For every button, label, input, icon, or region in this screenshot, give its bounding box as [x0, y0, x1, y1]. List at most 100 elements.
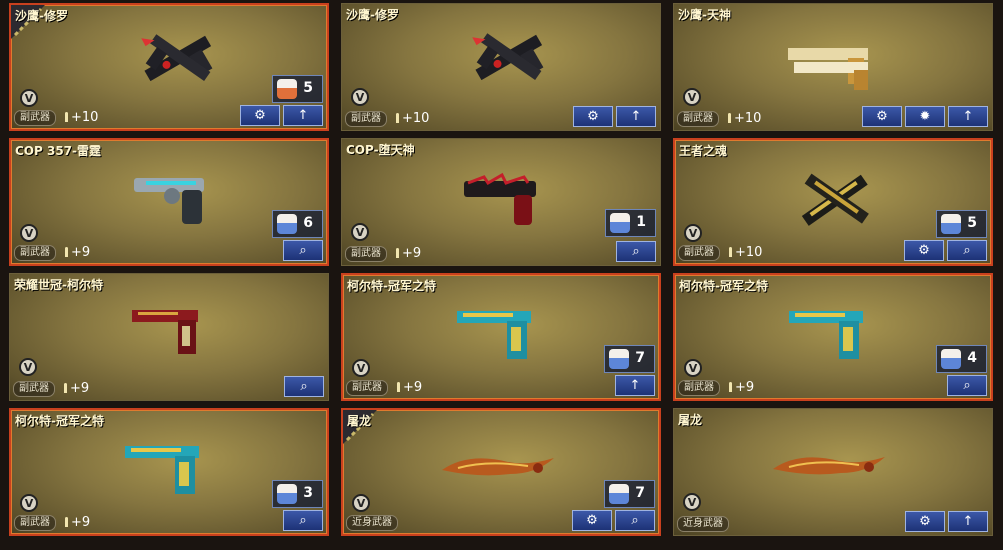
weapon-title: COP-堕天神 — [346, 143, 415, 157]
weapon-image — [126, 25, 236, 99]
inspect-button[interactable]: ⌕ — [615, 510, 655, 531]
weapon-title: 沙鹰-修罗 — [15, 9, 68, 23]
search-icon: ⌕ — [963, 243, 971, 258]
v-badge-icon: V — [684, 359, 702, 377]
bullet-icon — [396, 113, 399, 123]
weapon-card[interactable]: 沙鹰-修罗 V 副武器 +10 5 ⚙ ↑ — [9, 3, 329, 131]
chest-count-value: 3 — [303, 485, 313, 501]
upgrade-button[interactable]: ↑ — [283, 105, 323, 126]
weapon-image — [438, 448, 558, 492]
gear-icon: ✹ — [919, 109, 931, 124]
v-badge-icon: V — [20, 89, 38, 107]
weapon-type-label: 副武器 — [14, 515, 56, 531]
bullet-icon — [65, 517, 68, 527]
settings-button[interactable]: ⚙ — [904, 240, 944, 261]
ammo-bonus: +10 — [728, 111, 761, 127]
bullet-icon — [729, 247, 732, 257]
weapon-title: 屠龙 — [347, 414, 372, 428]
chest-icon — [941, 214, 961, 234]
weapon-grid: 沙鹰-修罗 V 副武器 +10 5 ⚙ ↑ 沙鹰-修罗 V 副武器 +10 ⚙ ↑ 沙鹰-天神 V 副武器 +1… — [0, 0, 1003, 550]
chest-icon — [609, 484, 629, 504]
weapon-card[interactable]: 柯尔特-冠军之特 V 副武器 +9 3 ⌕ — [9, 408, 329, 536]
settings-icon: ⚙ — [587, 109, 599, 124]
inspect-button[interactable]: ⌕ — [616, 241, 656, 262]
weapon-card[interactable]: 柯尔特-冠军之特 V 副武器 +9 7 ↑ — [341, 273, 661, 401]
weapon-card[interactable]: COP-堕天神 V 副武器 +9 1 ⌕ — [341, 138, 661, 266]
inspect-button[interactable]: ⌕ — [283, 240, 323, 261]
ammo-bonus: +9 — [65, 515, 90, 531]
v-badge-icon: V — [351, 88, 369, 106]
chest-count: 7 — [604, 480, 655, 508]
weapon-image — [121, 440, 211, 504]
weapon-type-label: 副武器 — [678, 380, 720, 396]
chest-count: 7 — [604, 345, 655, 373]
weapon-card[interactable]: 屠龙 V 近身武器 7 ⚙ ⌕ — [341, 408, 661, 536]
upgrade-button[interactable]: ↑ — [615, 375, 655, 396]
ammo-bonus: +9 — [397, 380, 422, 396]
chest-count-value: 1 — [636, 214, 646, 230]
inspect-button[interactable]: ⌕ — [283, 510, 323, 531]
search-icon: ⌕ — [963, 378, 971, 393]
gear-button[interactable]: ✹ — [905, 106, 945, 127]
bullet-icon — [728, 113, 731, 123]
upgrade-button[interactable]: ↑ — [948, 106, 988, 127]
settings-icon: ⚙ — [876, 109, 888, 124]
weapon-type-label: 副武器 — [13, 381, 55, 397]
v-badge-icon: V — [20, 494, 38, 512]
settings-button[interactable]: ⚙ — [905, 511, 945, 532]
weapon-image — [769, 447, 889, 491]
search-icon: ⌕ — [299, 243, 307, 258]
upgrade-button[interactable]: ↑ — [616, 106, 656, 127]
v-badge-icon: V — [684, 224, 702, 242]
ammo-bonus-value: +9 — [402, 246, 422, 261]
bullet-icon — [729, 382, 732, 392]
ammo-bonus-value: +9 — [71, 245, 91, 260]
weapon-card[interactable]: 沙鹰-天神 V 副武器 +10 ⚙ ✹ ↑ — [673, 3, 993, 131]
ammo-bonus-value: +9 — [735, 380, 755, 395]
settings-button[interactable]: ⚙ — [573, 106, 613, 127]
bullet-icon — [65, 247, 68, 257]
ammo-bonus: +9 — [65, 245, 90, 261]
settings-button[interactable]: ⚙ — [240, 105, 280, 126]
ammo-bonus: +9 — [64, 381, 89, 397]
ammo-bonus-value: +9 — [70, 381, 90, 396]
weapon-title: COP 357-雷霆 — [15, 144, 102, 158]
chest-count-value: 5 — [303, 80, 313, 96]
weapon-card[interactable]: 沙鹰-修罗 V 副武器 +10 ⚙ ↑ — [341, 3, 661, 131]
chest-count-value: 5 — [967, 215, 977, 231]
v-badge-icon: V — [20, 224, 38, 242]
search-icon: ⌕ — [632, 244, 640, 259]
v-badge-icon: V — [683, 88, 701, 106]
weapon-card[interactable]: 屠龙 V 近身武器 ⚙ ↑ — [673, 408, 993, 536]
chest-icon — [277, 214, 297, 234]
upgrade-icon: ↑ — [629, 378, 641, 393]
upgrade-button[interactable]: ↑ — [948, 511, 988, 532]
weapon-image — [787, 165, 887, 239]
weapon-card[interactable]: 柯尔特-冠军之特 V 副武器 +9 4 ⌕ — [673, 273, 993, 401]
weapon-image — [785, 305, 875, 369]
chest-count: 1 — [605, 209, 656, 237]
weapon-type-label: 副武器 — [14, 245, 56, 261]
ammo-bonus-value: +9 — [71, 515, 91, 530]
chest-count-value: 6 — [303, 215, 313, 231]
weapon-title: 屠龙 — [678, 413, 703, 427]
chest-icon — [277, 484, 297, 504]
settings-button[interactable]: ⚙ — [572, 510, 612, 531]
chest-count: 5 — [936, 210, 987, 238]
ammo-bonus-value: +10 — [71, 110, 99, 125]
weapon-title: 荣耀世冠-柯尔特 — [14, 278, 103, 292]
weapon-image — [128, 302, 208, 366]
weapon-type-label: 近身武器 — [346, 515, 398, 531]
chest-icon — [610, 213, 630, 233]
search-icon: ⌕ — [631, 513, 639, 528]
weapon-card[interactable]: COP 357-雷霆 V 副武器 +9 6 ⌕ — [9, 138, 329, 266]
chest-count: 5 — [272, 75, 323, 103]
weapon-type-label: 副武器 — [345, 246, 387, 262]
inspect-button[interactable]: ⌕ — [947, 240, 987, 261]
settings-button[interactable]: ⚙ — [862, 106, 902, 127]
inspect-button[interactable]: ⌕ — [284, 376, 324, 397]
search-icon: ⌕ — [299, 513, 307, 528]
inspect-button[interactable]: ⌕ — [947, 375, 987, 396]
weapon-card[interactable]: 王者之魂 V 副武器 +10 5 ⚙ ⌕ — [673, 138, 993, 266]
weapon-card[interactable]: 荣耀世冠-柯尔特 V 副武器 +9 ⌕ — [9, 273, 329, 401]
